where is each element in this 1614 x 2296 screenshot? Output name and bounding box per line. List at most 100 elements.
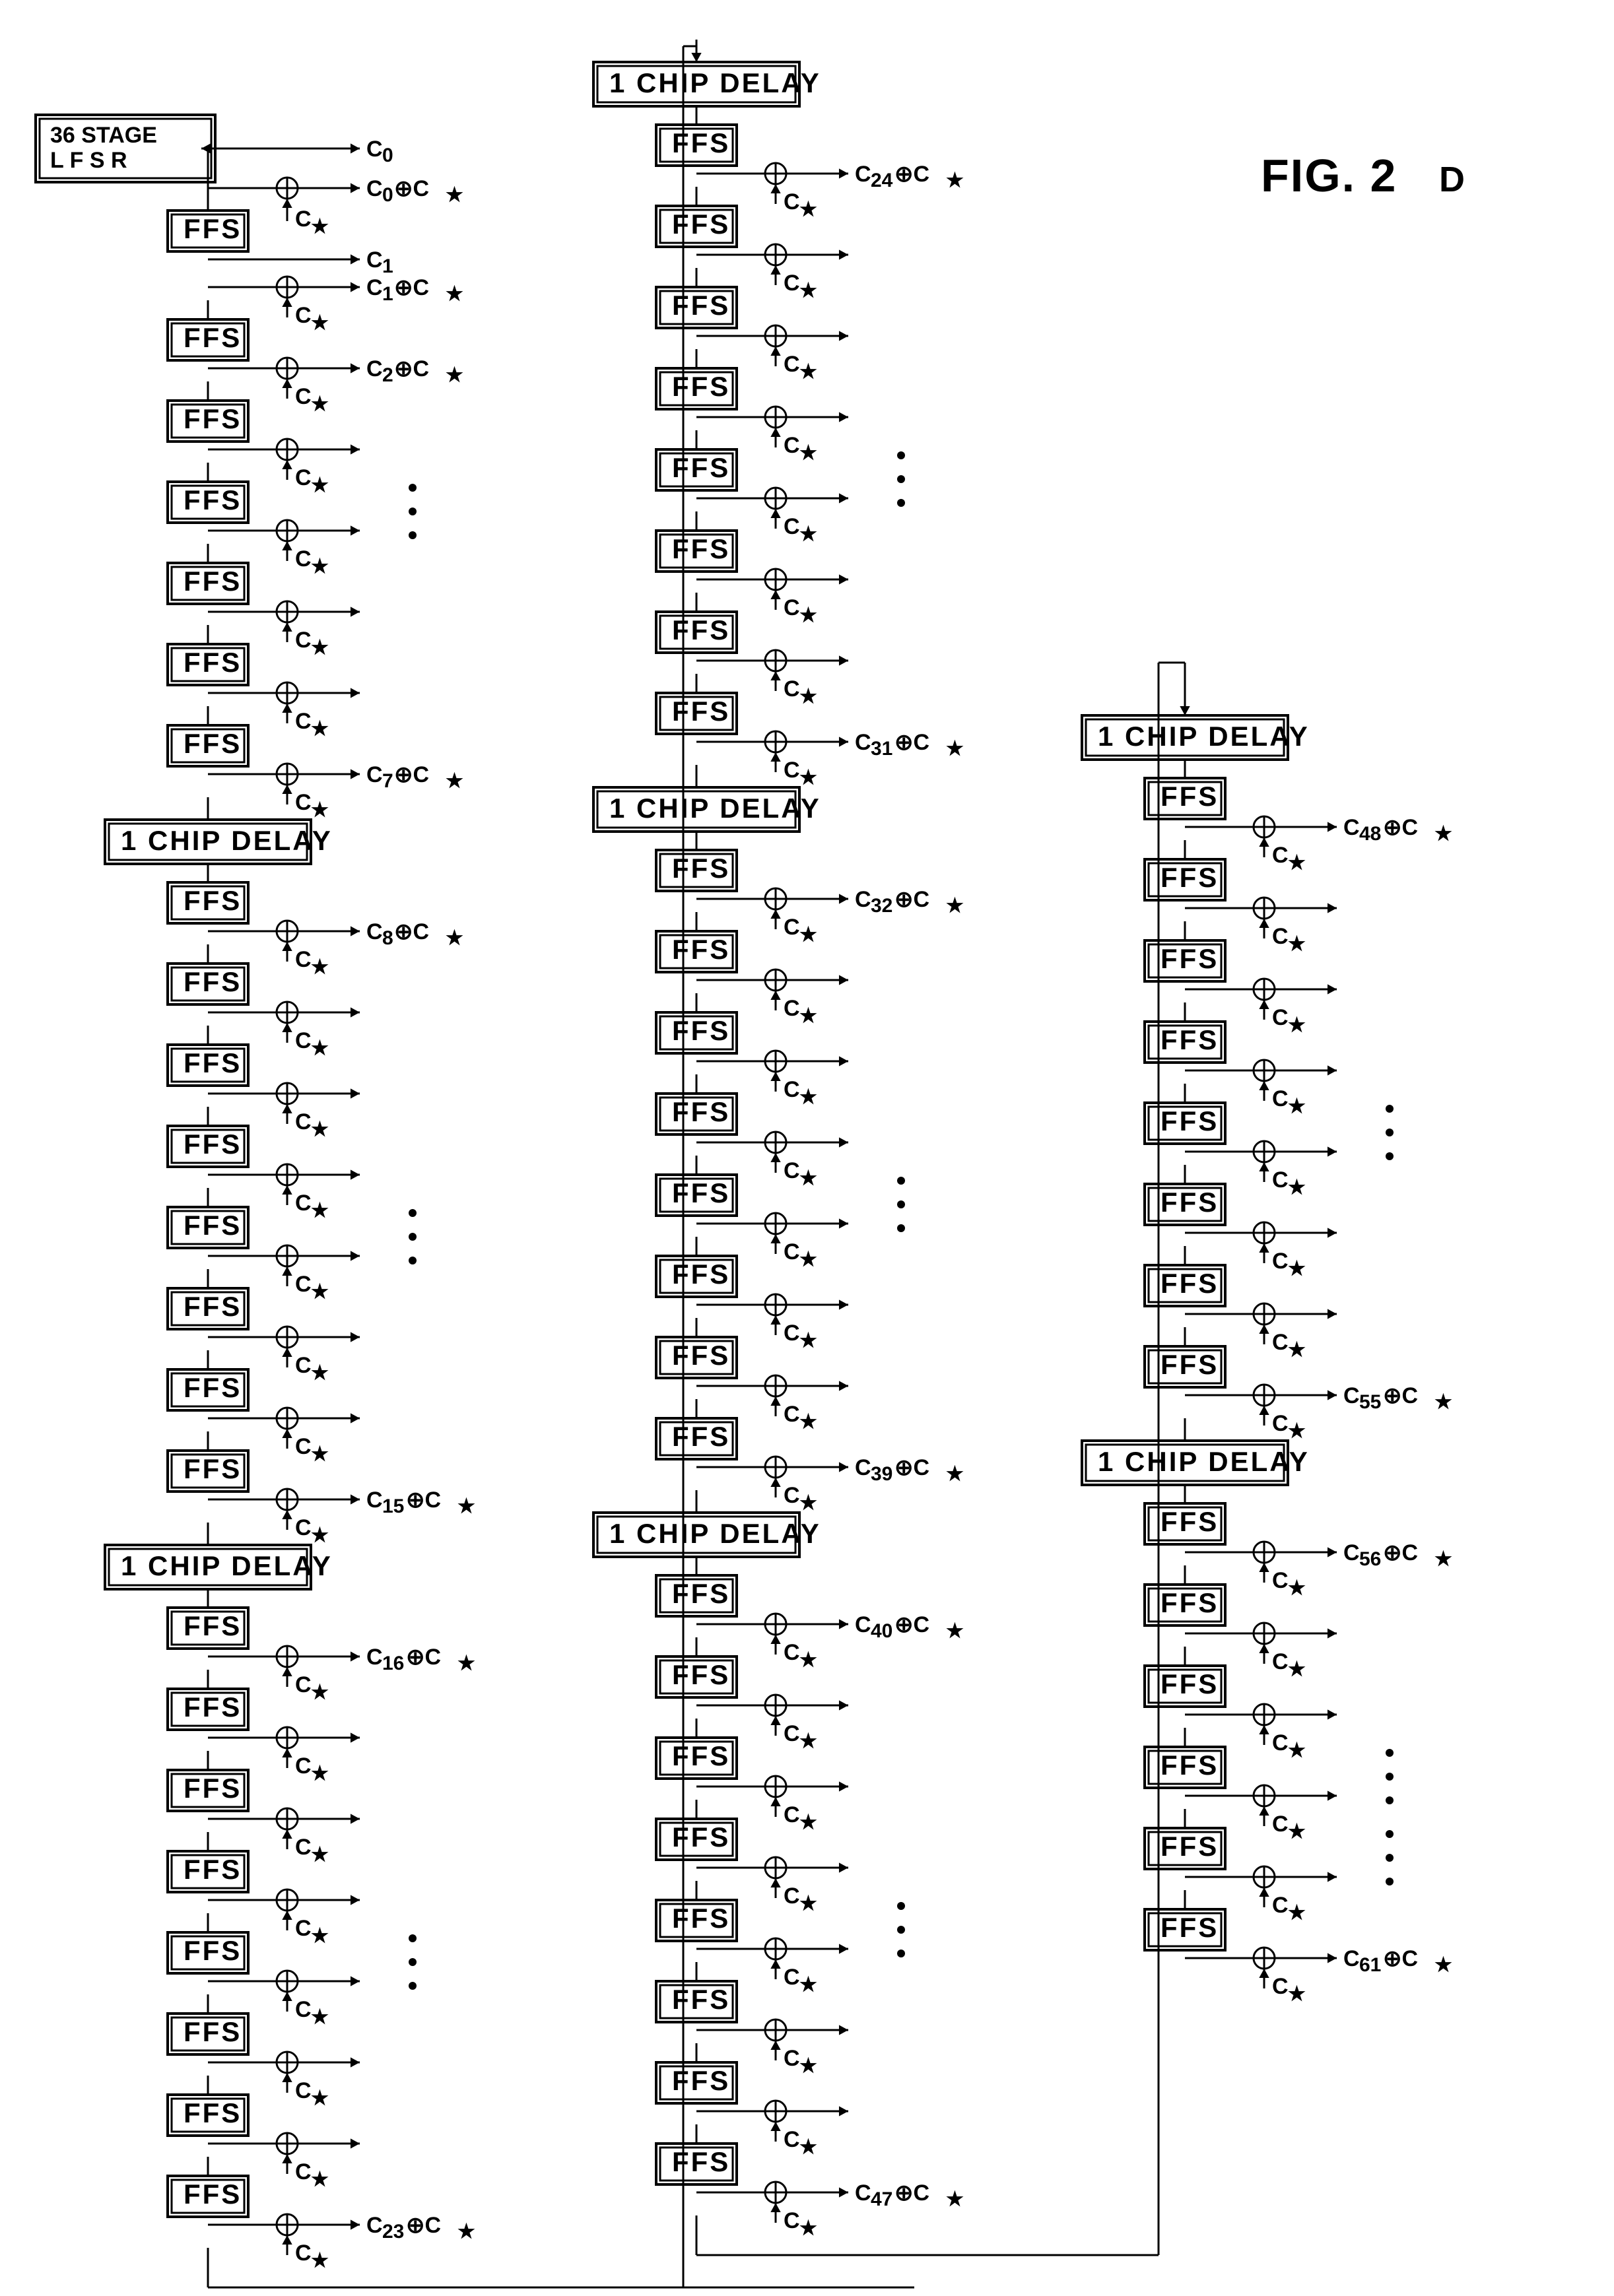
svg-text:★: ★	[1288, 1258, 1306, 1280]
svg-text:★: ★	[946, 1463, 964, 1485]
svg-text:★: ★	[1288, 1983, 1306, 2005]
svg-text:FFS: FFS	[672, 290, 730, 321]
svg-text:★: ★	[1288, 1339, 1306, 1361]
svg-text:★: ★	[1288, 1740, 1306, 1761]
svg-text:FFS: FFS	[1160, 1024, 1219, 1055]
svg-text:FFS: FFS	[184, 2016, 242, 2047]
svg-text:16: 16	[382, 1653, 404, 1674]
svg-text:★: ★	[1434, 823, 1452, 845]
svg-text:★: ★	[1288, 1658, 1306, 1680]
svg-text:C: C	[295, 709, 312, 734]
svg-text:C: C	[784, 595, 800, 620]
svg-text:FFS: FFS	[1160, 862, 1219, 893]
svg-text:C: C	[295, 2241, 312, 2266]
svg-text:★: ★	[1434, 1954, 1452, 1976]
svg-text:★: ★	[311, 1200, 329, 1222]
ellipsis-icon	[897, 1177, 905, 1185]
svg-text:★: ★	[946, 1620, 964, 1642]
svg-text:C: C	[784, 2127, 800, 2152]
svg-text:C: C	[784, 2208, 800, 2233]
svg-text:C: C	[366, 2213, 383, 2238]
svg-text:★: ★	[311, 637, 329, 659]
svg-text:FFS: FFS	[672, 1421, 730, 1452]
diagram-canvas: FIG. 2D36 STAGEL F S RC0C0⊕C★C★FFSC1C1⊕C…	[0, 0, 1614, 2296]
ellipsis-icon	[1386, 1854, 1394, 1862]
svg-text:⊕C: ⊕C	[1383, 1540, 1418, 1565]
svg-text:★: ★	[446, 184, 463, 206]
svg-text:⊕C: ⊕C	[894, 2181, 929, 2206]
svg-text:★: ★	[799, 1411, 817, 1433]
svg-text:C: C	[1272, 1649, 1289, 1674]
svg-text:★: ★	[1288, 852, 1306, 874]
svg-text:★: ★	[799, 767, 817, 789]
svg-text:C: C	[1272, 1086, 1289, 1111]
svg-text:★: ★	[799, 2055, 817, 2077]
svg-text:★: ★	[799, 1330, 817, 1352]
svg-text:FFS: FFS	[672, 853, 730, 884]
svg-text:FFS: FFS	[672, 1259, 730, 1290]
svg-text:C: C	[295, 465, 312, 490]
svg-text:★: ★	[311, 393, 329, 415]
svg-text:FFS: FFS	[672, 2065, 730, 2096]
svg-text:FFS: FFS	[672, 371, 730, 402]
svg-text:★: ★	[799, 2217, 817, 2239]
ellipsis-icon	[897, 1224, 905, 1232]
svg-text:C: C	[366, 137, 383, 162]
svg-text:2: 2	[382, 364, 393, 386]
svg-text:★: ★	[946, 895, 964, 917]
svg-text:47: 47	[871, 2188, 892, 2210]
svg-text:0: 0	[382, 145, 393, 166]
svg-text:★: ★	[311, 2006, 329, 2028]
svg-text:C: C	[784, 189, 800, 214]
svg-text:★: ★	[799, 280, 817, 302]
svg-text:C: C	[784, 1239, 800, 1264]
svg-text:★: ★	[311, 475, 329, 496]
svg-text:★: ★	[799, 1492, 817, 1514]
svg-text:★: ★	[311, 799, 329, 821]
svg-text:★: ★	[946, 170, 964, 191]
svg-text:C: C	[1272, 1893, 1289, 1918]
svg-text:1: 1	[382, 255, 393, 277]
svg-text:C: C	[784, 1640, 800, 1665]
ellipsis-icon	[409, 484, 417, 492]
svg-text:★: ★	[799, 686, 817, 707]
svg-text:★: ★	[1288, 1821, 1306, 1843]
svg-text:C: C	[855, 887, 871, 912]
svg-text:★: ★	[311, 216, 329, 238]
svg-text:⊕C: ⊕C	[1383, 1946, 1418, 1971]
svg-text:★: ★	[457, 2221, 475, 2243]
svg-text:⊕C: ⊕C	[894, 162, 929, 187]
figure-suffix: D	[1439, 160, 1465, 199]
svg-text:C: C	[855, 1612, 871, 1637]
svg-text:C: C	[1343, 1383, 1360, 1408]
svg-text:★: ★	[799, 924, 817, 946]
svg-text:C: C	[855, 1455, 871, 1480]
svg-text:C: C	[295, 628, 312, 653]
svg-text:FFS: FFS	[184, 1691, 242, 1722]
svg-text:FFS: FFS	[672, 1984, 730, 2015]
svg-text:★: ★	[1288, 1420, 1306, 1442]
svg-text:★: ★	[311, 956, 329, 978]
svg-text:1 CHIP DELAY: 1 CHIP DELAY	[121, 825, 333, 856]
svg-text:★: ★	[446, 283, 463, 305]
svg-text:FFS: FFS	[184, 885, 242, 916]
svg-text:C: C	[295, 1997, 312, 2022]
svg-text:FFS: FFS	[1160, 1349, 1219, 1380]
svg-text:★: ★	[1288, 1177, 1306, 1198]
svg-text:C: C	[1272, 1568, 1289, 1593]
svg-text:FFS: FFS	[184, 566, 242, 597]
svg-text:FFS: FFS	[1160, 1912, 1219, 1943]
svg-text:★: ★	[311, 2087, 329, 2109]
svg-text:C: C	[295, 207, 312, 232]
svg-text:FFS: FFS	[672, 1821, 730, 1853]
svg-text:C: C	[1272, 1167, 1289, 1193]
svg-text:C: C	[295, 1191, 312, 1216]
svg-text:C: C	[295, 384, 312, 409]
svg-text:★: ★	[311, 556, 329, 577]
svg-text:C: C	[366, 275, 383, 300]
svg-text:32: 32	[871, 895, 892, 917]
svg-text:★: ★	[311, 1281, 329, 1303]
ellipsis-icon	[897, 1200, 905, 1208]
svg-text:FFS: FFS	[1160, 1587, 1219, 1618]
svg-text:★: ★	[946, 2188, 964, 2210]
